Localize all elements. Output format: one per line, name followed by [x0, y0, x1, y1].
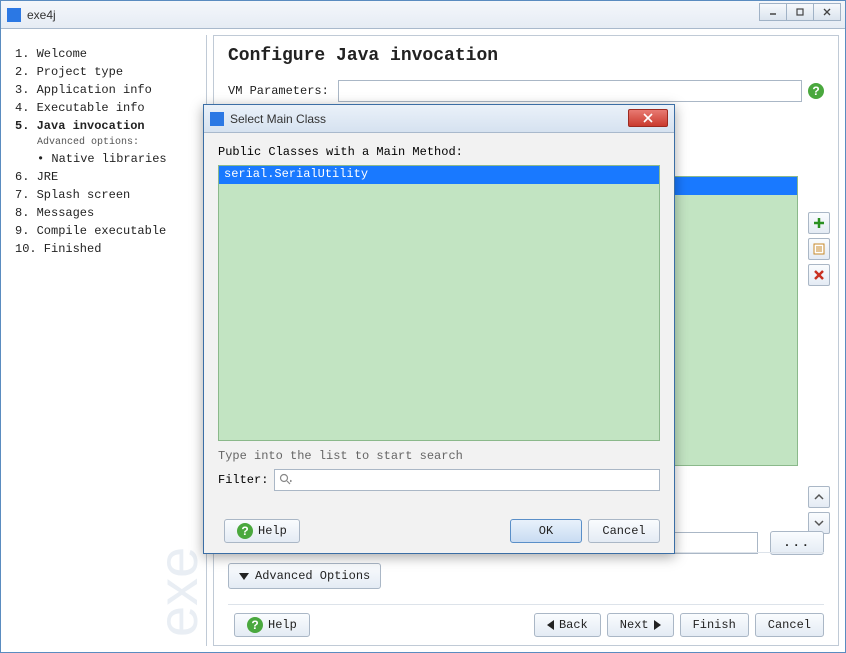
filter-input[interactable] [274, 469, 660, 491]
wizard-footer: ? Help Back Next Finish Cancel [228, 604, 824, 637]
titlebar: exe4j [1, 1, 845, 29]
classpath-side-buttons [808, 212, 830, 286]
step-finished[interactable]: 10. Finished [15, 240, 198, 258]
next-label: Next [620, 618, 649, 632]
step-splash-screen[interactable]: 7. Splash screen [15, 186, 198, 204]
list-item[interactable]: serial.SerialUtility [219, 166, 659, 184]
dialog-titlebar: Select Main Class [204, 105, 674, 133]
main-class-list[interactable]: serial.SerialUtility [218, 165, 660, 441]
chevron-down-icon [813, 517, 825, 529]
step-application-info[interactable]: 3. Application info [15, 81, 198, 99]
advanced-options-label: Advanced Options [255, 569, 370, 583]
step-welcome[interactable]: 1. Welcome [15, 45, 198, 63]
help-button[interactable]: ? Help [234, 613, 310, 637]
filter-row: Filter: [218, 469, 660, 491]
maximize-icon [795, 7, 805, 17]
help-label: Help [268, 618, 297, 632]
remove-icon [812, 268, 826, 282]
step-compile-executable[interactable]: 9. Compile executable [15, 222, 198, 240]
dialog-help-button[interactable]: ? Help [224, 519, 300, 543]
close-button[interactable] [813, 3, 841, 21]
help-icon: ? [237, 523, 253, 539]
minimize-icon [768, 7, 778, 17]
advanced-options-label: Advanced options: [15, 135, 198, 150]
maximize-button[interactable] [786, 3, 814, 21]
back-label: Back [559, 618, 588, 632]
vm-parameters-input[interactable] [338, 80, 802, 102]
triangle-left-icon [547, 620, 554, 630]
dialog-cancel-button[interactable]: Cancel [588, 519, 660, 543]
help-icon[interactable]: ? [808, 83, 824, 99]
move-up-button[interactable] [808, 486, 830, 508]
step-messages[interactable]: 8. Messages [15, 204, 198, 222]
dialog-list-label: Public Classes with a Main Method: [218, 145, 660, 159]
finish-button[interactable]: Finish [680, 613, 749, 637]
chevron-up-icon [813, 491, 825, 503]
advanced-options-row: Advanced Options [228, 552, 824, 589]
native-libraries-item[interactable]: • Native libraries [15, 150, 198, 168]
filter-label: Filter: [218, 473, 268, 487]
step-project-type[interactable]: 2. Project type [15, 63, 198, 81]
step-executable-info[interactable]: 4. Executable info [15, 99, 198, 117]
step-java-invocation[interactable]: 5. Java invocation [15, 117, 198, 135]
back-button[interactable]: Back [534, 613, 601, 637]
dialog-help-label: Help [258, 524, 287, 538]
dialog-footer: ? Help OK Cancel [218, 519, 660, 543]
minimize-button[interactable] [759, 3, 787, 21]
move-buttons [808, 486, 830, 534]
triangle-right-icon [654, 620, 661, 630]
type-hint: Type into the list to start search [218, 449, 660, 463]
add-button[interactable] [808, 212, 830, 234]
cancel-button[interactable]: Cancel [755, 613, 824, 637]
watermark: exe [145, 547, 210, 637]
next-button[interactable]: Next [607, 613, 674, 637]
window-controls [760, 3, 841, 21]
advanced-options-button[interactable]: Advanced Options [228, 563, 381, 589]
triangle-down-icon [239, 573, 249, 580]
edit-icon [812, 242, 826, 256]
vm-parameters-row: VM Parameters: ? [228, 80, 824, 102]
page-heading: Configure Java invocation [228, 46, 824, 66]
dialog-close-button[interactable] [628, 109, 668, 127]
dialog-body: Public Classes with a Main Method: seria… [204, 133, 674, 503]
vm-parameters-label: VM Parameters: [228, 84, 338, 98]
search-icon [279, 473, 292, 486]
plus-icon [812, 216, 826, 230]
edit-button[interactable] [808, 238, 830, 260]
help-icon: ? [247, 617, 263, 633]
dialog-title: Select Main Class [230, 112, 326, 126]
select-main-class-dialog: Select Main Class Public Classes with a … [203, 104, 675, 554]
app-icon [7, 8, 21, 22]
close-icon [822, 7, 832, 17]
dialog-icon [210, 112, 224, 126]
window-title: exe4j [27, 8, 56, 22]
ok-button[interactable]: OK [510, 519, 582, 543]
close-icon [642, 113, 654, 123]
remove-button[interactable] [808, 264, 830, 286]
step-jre[interactable]: 6. JRE [15, 168, 198, 186]
